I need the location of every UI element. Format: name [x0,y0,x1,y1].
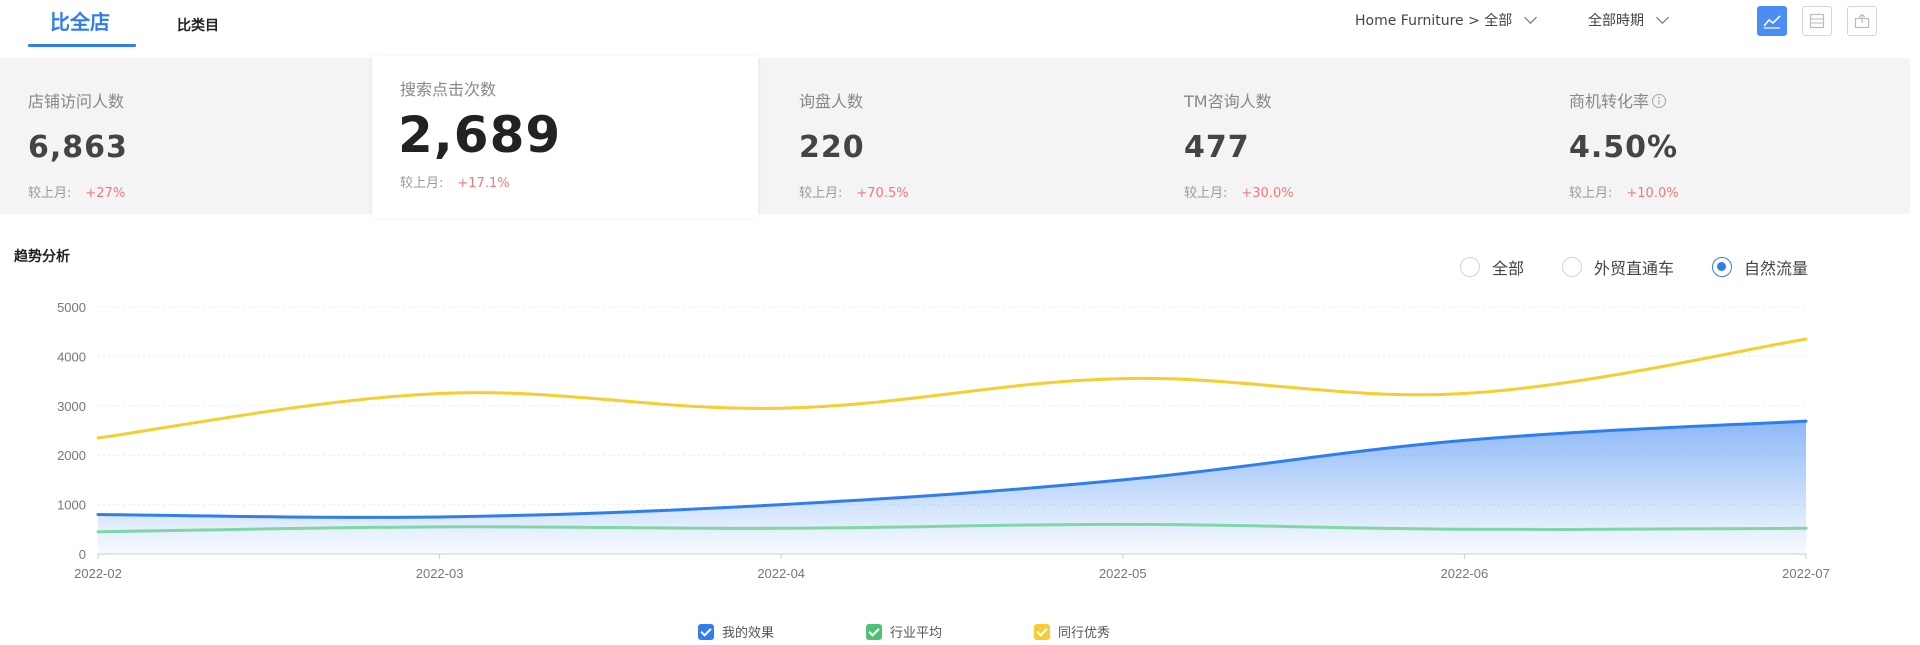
metric-compare: 较上月: +30.0% [1184,182,1294,201]
legend-item-peer-excellent[interactable]: 同行优秀 [1034,622,1110,641]
radio-label: 全部 [1492,259,1525,278]
x-tick-label: 2022-02 [74,566,122,581]
legend-label: 行业平均 [890,626,943,641]
period-filter-dropdown[interactable]: 全部時期 [1588,10,1669,30]
metric-value: 220 [799,130,865,165]
info-icon[interactable] [1651,93,1667,109]
checkbox-icon [1034,623,1050,640]
traffic-source-radio-group: 全部 外贸直通车 自然流量 [1460,255,1846,279]
metrics-panel: 店铺访问人数 6,863 较上月: +27% 搜索点击次数 2,689 较上月: +… [0,56,1910,218]
change-value: +27% [85,186,126,201]
radio-p4p[interactable]: 外贸直通车 [1562,255,1674,279]
metric-card-inquiries[interactable]: 询盘人数 220 较上月: +70.5% [771,58,1143,214]
metric-label-text: 商机转化率 [1569,92,1650,111]
category-filter-dropdown[interactable]: Home Furniture > 全部 [1355,10,1538,30]
line-chart-view-button[interactable] [1757,6,1787,36]
radio-button [1460,257,1480,277]
y-tick-label: 3000 [57,399,86,414]
compare-label: 较上月: [400,176,444,191]
change-value: +10.0% [1626,186,1679,201]
compare-label: 较上月: [799,186,843,201]
metric-card-store-visitors[interactable]: 店铺访问人数 6,863 较上月: +27% [0,58,375,214]
metric-value: 477 [1184,130,1250,165]
metric-card-search-clicks[interactable]: 搜索点击次数 2,689 较上月: +17.1% [372,56,758,218]
chevron-down-icon [1656,11,1669,24]
metric-card-tm-consultations[interactable]: TM咨询人数 477 较上月: +30.0% [1156,58,1528,214]
metric-label: TM咨询人数 [1184,92,1272,111]
category-filter-value: Home Furniture > 全部 [1355,13,1513,29]
compare-label: 较上月: [28,186,72,201]
legend-item-industry-average[interactable]: 行业平均 [866,622,942,641]
chart-legend: 我的效果 行业平均 同行优秀 [0,622,1920,642]
metric-label: 商机转化率 [1569,88,1667,112]
metric-label: 询盘人数 [799,92,864,111]
period-filter-value: 全部時期 [1588,13,1644,29]
change-value: +70.5% [856,186,909,201]
legend-label: 同行优秀 [1058,626,1111,641]
x-tick-label: 2022-04 [757,566,805,581]
x-tick-label: 2022-05 [1099,566,1147,581]
metric-compare: 较上月: +27% [28,182,125,201]
table-view-button[interactable] [1802,6,1832,36]
y-tick-label: 1000 [57,498,86,513]
export-icon [1854,13,1870,29]
export-button[interactable] [1847,6,1877,36]
y-tick-label: 5000 [57,300,86,315]
series-line-2 [96,337,1808,440]
metric-label: 店铺访问人数 [28,92,125,111]
y-tick-label: 2000 [57,448,86,463]
x-tick-label: 2022-06 [1441,566,1489,581]
metric-label: 搜索点击次数 [400,80,497,99]
legend-item-my-performance[interactable]: 我的效果 [698,622,774,641]
radio-button [1562,257,1583,277]
radio-label: 外贸直通车 [1594,259,1675,278]
metric-value: 2,689 [398,106,562,164]
radio-organic[interactable]: 自然流量 [1712,255,1808,279]
checkbox-icon [698,623,714,640]
compare-label: 较上月: [1184,186,1228,201]
metric-compare: 较上月: +17.1% [400,172,510,191]
checkbox-icon [866,623,882,640]
top-bar: 比全店 比类目 Home Furniture > 全部 全部時期 [0,0,1920,58]
y-tick-label: 0 [79,547,86,562]
metric-compare: 较上月: +10.0% [1569,182,1679,201]
legend-label: 我的效果 [722,626,775,641]
metric-compare: 较上月: +70.5% [799,182,909,201]
x-tick-label: 2022-03 [416,566,464,581]
trend-section-title: 趋势分析 [14,249,70,265]
radio-button [1712,257,1733,277]
radio-label: 自然流量 [1744,259,1809,278]
tab-whole-store[interactable]: 比全店 [28,8,136,47]
trend-chart: 0 1000 2000 3000 4000 5000 2022-02 2022-03 2022-… [57,300,1830,581]
metric-value: 6,863 [28,130,128,165]
change-value: +30.0% [1241,186,1294,201]
tab-category[interactable]: 比类目 [177,12,219,40]
metric-card-conversion-rate[interactable]: 商机转化率 4.50% 较上月: +10.0% [1541,58,1910,214]
y-tick-label: 4000 [57,349,86,364]
radio-all[interactable]: 全部 [1460,255,1524,279]
change-value: +17.1% [457,176,510,191]
metric-value: 4.50% [1569,130,1679,165]
series-area-0 [98,421,1806,554]
x-tick-label: 2022-07 [1782,566,1830,581]
line-chart-icon [1763,15,1781,29]
compare-label: 较上月: [1569,186,1613,201]
table-icon [1809,13,1825,29]
chevron-down-icon [1524,11,1538,24]
